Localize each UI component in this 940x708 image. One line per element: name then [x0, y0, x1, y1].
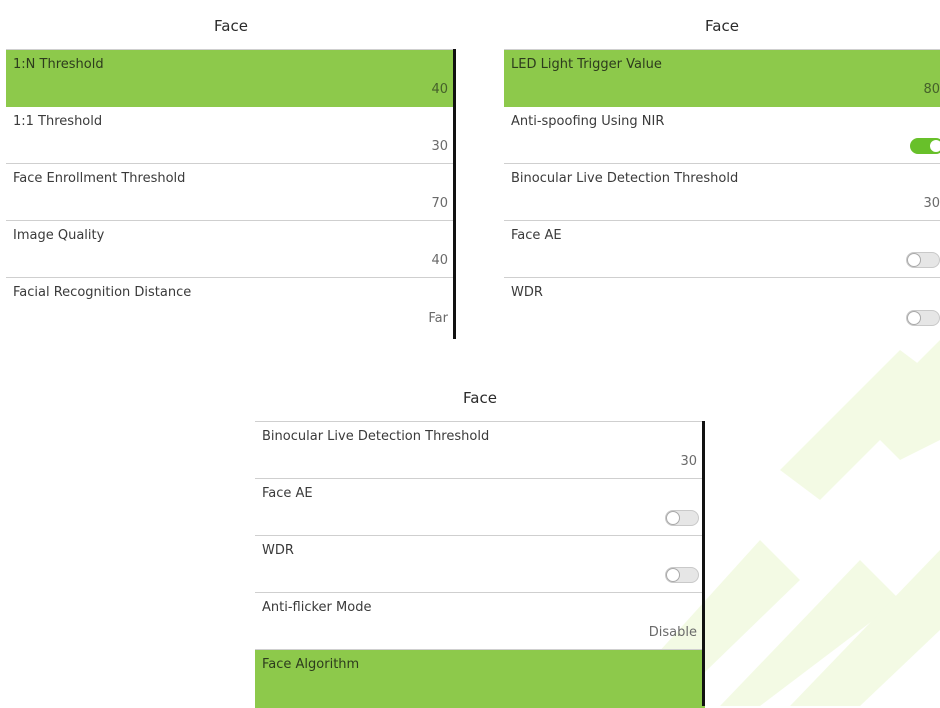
settings-list: 1:N Threshold 40 1:1 Threshold 30 Face E… — [6, 49, 456, 335]
toggle-off-icon[interactable] — [906, 252, 940, 268]
setting-row-image-quality[interactable]: Image Quality 40 — [6, 221, 456, 278]
setting-label: Face Algorithm — [262, 657, 360, 672]
setting-label: WDR — [511, 285, 543, 300]
setting-row-binocular-live-detection-threshold[interactable]: Binocular Live Detection Threshold 30 — [504, 164, 940, 221]
setting-row-face-algorithm[interactable]: Face Algorithm — [255, 650, 705, 708]
setting-row-11-threshold[interactable]: 1:1 Threshold 30 — [6, 107, 456, 164]
settings-list: LED Light Trigger Value 80 Anti-spoofing… — [504, 49, 940, 335]
setting-label: Face Enrollment Threshold — [13, 171, 186, 186]
setting-row-face-ae[interactable]: Face AE — [255, 479, 705, 536]
setting-row-1n-threshold[interactable]: 1:N Threshold 40 — [6, 50, 456, 107]
setting-value: 30 — [431, 139, 448, 154]
setting-row-wdr[interactable]: WDR — [504, 278, 940, 335]
setting-row-binocular-live-detection-threshold[interactable]: Binocular Live Detection Threshold 30 — [255, 422, 705, 479]
setting-value: Far — [428, 311, 448, 326]
setting-label: Anti-flicker Mode — [262, 600, 372, 615]
face-settings-panel-right: Face LED Light Trigger Value 80 Anti-spo… — [504, 9, 940, 339]
setting-label: 1:1 Threshold — [13, 114, 103, 129]
scrollbar[interactable] — [702, 421, 705, 706]
setting-row-anti-flicker-mode[interactable]: Anti-flicker Mode Disable — [255, 593, 705, 650]
toggle-off-icon[interactable] — [665, 510, 699, 526]
setting-value: Disable — [648, 625, 697, 640]
setting-value: 40 — [431, 253, 448, 268]
setting-value: 80 — [923, 82, 940, 97]
setting-label: Image Quality — [13, 228, 105, 243]
settings-list: Binocular Live Detection Threshold 30 Fa… — [255, 421, 705, 708]
panel-title: Face — [705, 17, 739, 35]
setting-row-anti-spoofing-nir[interactable]: Anti-spoofing Using NIR — [504, 107, 940, 164]
setting-value: 30 — [923, 196, 940, 211]
toggle-off-icon[interactable] — [906, 310, 940, 326]
setting-label: 1:N Threshold — [13, 57, 104, 72]
setting-value: 30 — [680, 454, 697, 469]
setting-label: Face AE — [262, 486, 313, 501]
face-settings-panel-bottom: Face Binocular Live Detection Threshold … — [255, 381, 705, 708]
setting-label: WDR — [262, 543, 294, 558]
setting-label: Anti-spoofing Using NIR — [511, 114, 665, 129]
panel-title: Face — [463, 389, 497, 407]
setting-row-facial-recognition-distance[interactable]: Facial Recognition Distance Far — [6, 278, 456, 335]
setting-value: 40 — [431, 82, 448, 97]
setting-row-face-enrollment-threshold[interactable]: Face Enrollment Threshold 70 — [6, 164, 456, 221]
setting-row-face-ae[interactable]: Face AE — [504, 221, 940, 278]
setting-label: Face AE — [511, 228, 562, 243]
setting-row-led-light-trigger-value[interactable]: LED Light Trigger Value 80 — [504, 50, 940, 107]
setting-row-wdr[interactable]: WDR — [255, 536, 705, 593]
setting-label: Binocular Live Detection Threshold — [262, 429, 490, 444]
setting-label: LED Light Trigger Value — [511, 57, 662, 72]
setting-label: Facial Recognition Distance — [13, 285, 192, 300]
scrollbar[interactable] — [453, 49, 456, 339]
toggle-off-icon[interactable] — [665, 567, 699, 583]
face-settings-panel-left: Face 1:N Threshold 40 1:1 Threshold 30 F… — [6, 9, 456, 339]
panel-title: Face — [214, 17, 248, 35]
setting-label: Binocular Live Detection Threshold — [511, 171, 739, 186]
setting-value: 70 — [431, 196, 448, 211]
toggle-on-icon[interactable] — [910, 138, 940, 154]
